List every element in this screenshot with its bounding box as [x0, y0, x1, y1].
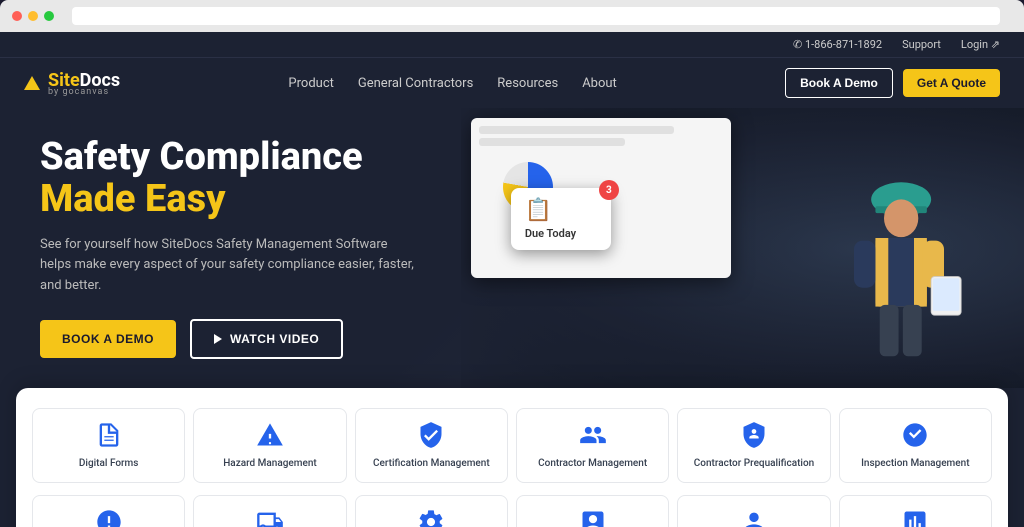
- inspection-label: Inspection Management: [861, 457, 969, 470]
- digital-forms-label: Digital Forms: [79, 457, 139, 470]
- certification-label: Certification Management: [373, 457, 490, 470]
- feature-corrective-actions[interactable]: Corrective Actions: [516, 495, 669, 527]
- phone-number: ✆ 1-866-871-1892: [793, 38, 882, 51]
- address-bar[interactable]: [72, 7, 1000, 25]
- logo[interactable]: SiteDocs by gocanvas: [24, 70, 120, 97]
- hero-description: See for yourself how SiteDocs Safety Man…: [40, 235, 420, 297]
- prequalification-label: Contractor Prequalification: [694, 457, 814, 470]
- feature-inspection-management[interactable]: Inspection Management: [839, 408, 992, 483]
- feature-digital-forms[interactable]: Digital Forms: [32, 408, 185, 483]
- feature-equipment[interactable]: Equipment: [193, 495, 346, 527]
- features-row-1: Digital Forms Hazard Management Certific…: [32, 408, 992, 483]
- hero-section: 3 📋 Due Today: [0, 108, 1024, 388]
- due-today-label: Due Today: [525, 227, 597, 240]
- nav-links: Product General Contractors Resources Ab…: [288, 76, 616, 91]
- features-row-2: Incident Equipment Automations Correctiv…: [32, 495, 992, 527]
- hero-image-area: 3 📋 Due Today: [461, 108, 1024, 388]
- prequalification-icon: [740, 421, 768, 449]
- incident-icon: [95, 508, 123, 527]
- hero-watch-video-button[interactable]: WATCH VIDEO: [190, 319, 343, 359]
- feature-contractor-prequalification[interactable]: Contractor Prequalification: [677, 408, 830, 483]
- digital-forms-icon: [95, 421, 123, 449]
- browser-chrome: [0, 0, 1024, 32]
- corrective-icon: [579, 508, 607, 527]
- inspection-icon: [901, 421, 929, 449]
- nav-product[interactable]: Product: [288, 76, 333, 91]
- play-icon: [214, 334, 222, 344]
- page: ✆ 1-866-871-1892 Support Login ⇗ SiteDoc…: [0, 32, 1024, 527]
- minimize-dot[interactable]: [28, 11, 38, 21]
- close-dot[interactable]: [12, 11, 22, 21]
- logo-triangle-icon: [24, 76, 40, 90]
- navbar: SiteDocs by gocanvas Product General Con…: [0, 58, 1024, 108]
- feature-automations[interactable]: Automations: [355, 495, 508, 527]
- due-badge: 3: [599, 180, 619, 200]
- maximize-dot[interactable]: [44, 11, 54, 21]
- due-today-icon: 📋: [525, 198, 597, 223]
- feature-analytics[interactable]: Analytics: [839, 495, 992, 527]
- analytics-icon: [901, 508, 929, 527]
- feature-incident[interactable]: Incident: [32, 495, 185, 527]
- feature-worker[interactable]: Worker: [677, 495, 830, 527]
- certification-icon: [417, 421, 445, 449]
- nav-about[interactable]: About: [582, 76, 617, 91]
- features-section: Digital Forms Hazard Management Certific…: [16, 388, 1008, 527]
- automations-icon: [417, 508, 445, 527]
- due-today-card: 3 📋 Due Today: [511, 188, 611, 250]
- contractor-icon: [579, 421, 607, 449]
- worker-icon: [740, 508, 768, 527]
- contractor-label: Contractor Management: [538, 457, 647, 470]
- feature-contractor-management[interactable]: Contractor Management: [516, 408, 669, 483]
- nav-general-contractors[interactable]: General Contractors: [358, 76, 473, 91]
- equipment-icon: [256, 508, 284, 527]
- feature-hazard-management[interactable]: Hazard Management: [193, 408, 346, 483]
- hero-title: Safety Compliance Made Easy: [40, 137, 420, 221]
- hazard-icon: [256, 421, 284, 449]
- support-link[interactable]: Support: [902, 38, 941, 51]
- hero-book-demo-button[interactable]: BOOK A DEMO: [40, 320, 176, 358]
- hero-title-yellow: Made Easy: [40, 177, 226, 221]
- utility-bar: ✆ 1-866-871-1892 Support Login ⇗: [0, 32, 1024, 58]
- get-quote-button[interactable]: Get A Quote: [903, 69, 1000, 97]
- worker-illustration: [784, 148, 984, 388]
- book-demo-button[interactable]: Book A Demo: [785, 68, 893, 98]
- nav-resources[interactable]: Resources: [497, 76, 558, 91]
- hazard-label: Hazard Management: [223, 457, 317, 470]
- hero-content: Safety Compliance Made Easy See for your…: [0, 113, 444, 383]
- nav-buttons: Book A Demo Get A Quote: [785, 68, 1000, 98]
- feature-certification-management[interactable]: Certification Management: [355, 408, 508, 483]
- hero-buttons: BOOK A DEMO WATCH VIDEO: [40, 319, 420, 359]
- login-link[interactable]: Login ⇗: [961, 38, 1000, 51]
